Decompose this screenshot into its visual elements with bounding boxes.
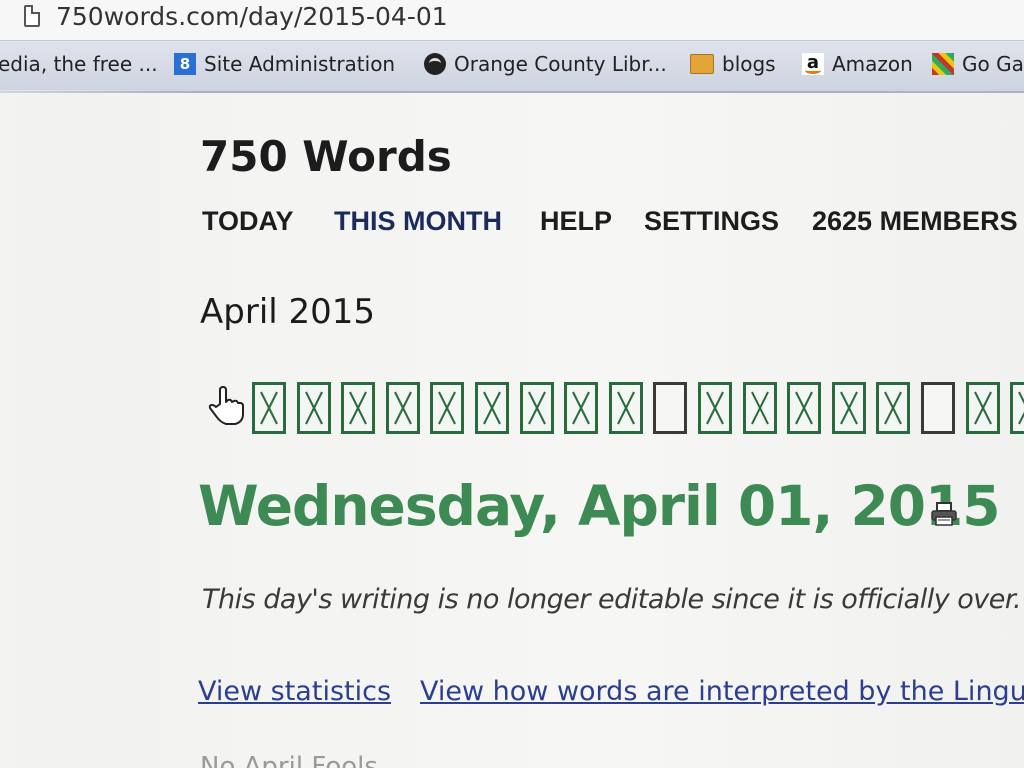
completed-mark-icon bbox=[528, 391, 546, 425]
calendar-day-6[interactable] bbox=[475, 382, 509, 434]
calendar-day-2[interactable] bbox=[297, 382, 331, 434]
calendar-day-18[interactable] bbox=[1010, 382, 1024, 434]
folder-icon bbox=[690, 54, 714, 74]
bookmark-label: Go Gar bbox=[962, 52, 1024, 76]
nav-this-month[interactable]: THIS MONTH bbox=[334, 206, 502, 237]
completed-mark-icon bbox=[305, 391, 323, 425]
completed-mark-icon bbox=[751, 391, 769, 425]
completed-mark-icon bbox=[438, 391, 456, 425]
library-icon bbox=[424, 53, 446, 75]
completed-mark-icon bbox=[394, 391, 412, 425]
calendar-day-5[interactable] bbox=[430, 382, 464, 434]
print-icon[interactable] bbox=[930, 502, 958, 526]
page-icon bbox=[24, 5, 40, 27]
bookmark-label: Site Administration bbox=[204, 52, 396, 76]
bookmark-wikipedia[interactable]: edia, the free ... bbox=[0, 49, 158, 79]
completed-mark-icon bbox=[1018, 391, 1024, 425]
calendar-day-14[interactable] bbox=[832, 382, 866, 434]
calendar-day-11[interactable] bbox=[698, 382, 732, 434]
hand-pointer-icon bbox=[208, 386, 244, 425]
calendar-day-15[interactable] bbox=[876, 382, 910, 434]
calendar-day-3[interactable] bbox=[341, 382, 375, 434]
completed-mark-icon bbox=[795, 391, 813, 425]
address-bar[interactable]: 750words.com/day/2015-04-01 bbox=[0, 0, 1024, 41]
entry-text-preview: No April Fools bbox=[200, 752, 378, 768]
calendar-day-13[interactable] bbox=[787, 382, 821, 434]
calendar-day-17[interactable] bbox=[966, 382, 1000, 434]
month-calendar bbox=[252, 382, 1024, 438]
screen-glare bbox=[0, 90, 190, 768]
nav-settings[interactable]: SETTINGS bbox=[644, 206, 779, 237]
calendar-day-7[interactable] bbox=[520, 382, 554, 434]
bookmark-label: Orange County Libr... bbox=[454, 52, 667, 76]
site-title[interactable]: 750 Words bbox=[200, 132, 452, 181]
completed-mark-icon bbox=[974, 391, 992, 425]
completed-mark-icon bbox=[617, 391, 635, 425]
calendar-day-1[interactable] bbox=[252, 382, 286, 434]
bookmark-blogs-folder[interactable]: blogs bbox=[690, 49, 776, 79]
game-icon bbox=[932, 53, 954, 75]
calendar-day-4[interactable] bbox=[386, 382, 420, 434]
amazon-icon: a bbox=[802, 53, 824, 75]
bookmark-go-games[interactable]: Go Gar bbox=[932, 49, 1024, 79]
view-statistics-link[interactable]: View statistics bbox=[198, 676, 391, 707]
completed-mark-icon bbox=[572, 391, 590, 425]
nav-today[interactable]: TODAY bbox=[202, 206, 294, 237]
month-heading: April 2015 bbox=[200, 292, 376, 332]
calendar-day-12[interactable] bbox=[743, 382, 777, 434]
completed-mark-icon bbox=[260, 391, 278, 425]
browser-window: 750words.com/day/2015-04-01 edia, the fr… bbox=[0, 0, 1024, 768]
url-text[interactable]: 750words.com/day/2015-04-01 bbox=[56, 0, 448, 34]
day-heading: Wednesday, April 01, 2015 bbox=[198, 474, 1001, 538]
calendar-day-10[interactable] bbox=[653, 382, 687, 434]
bookmark-label: blogs bbox=[722, 52, 776, 76]
google-sites-icon: 8 bbox=[174, 53, 196, 75]
bookmark-amazon[interactable]: a Amazon bbox=[802, 49, 913, 79]
completed-mark-icon bbox=[884, 391, 902, 425]
bookmark-orange-county-library[interactable]: Orange County Libr... bbox=[424, 49, 667, 79]
completed-mark-icon bbox=[706, 391, 724, 425]
calendar-day-8[interactable] bbox=[564, 382, 598, 434]
bookmark-label: Amazon bbox=[832, 52, 913, 76]
calendar-day-16[interactable] bbox=[921, 382, 955, 434]
bookmark-label: edia, the free ... bbox=[0, 52, 158, 76]
view-linguistic-link[interactable]: View how words are interpreted by the Li… bbox=[420, 676, 1024, 707]
nav-members[interactable]: 2625 MEMBERS bbox=[812, 206, 1018, 237]
bookmark-site-administration[interactable]: 8 Site Administration bbox=[174, 49, 395, 79]
completed-mark-icon bbox=[483, 391, 501, 425]
not-editable-notice: This day's writing is no longer editable… bbox=[202, 584, 1022, 615]
completed-mark-icon bbox=[349, 391, 367, 425]
completed-mark-icon bbox=[840, 391, 858, 425]
bookmarks-bar: edia, the free ... 8 Site Administration… bbox=[0, 41, 1024, 93]
nav-help[interactable]: HELP bbox=[540, 206, 612, 237]
calendar-day-9[interactable] bbox=[609, 382, 643, 434]
